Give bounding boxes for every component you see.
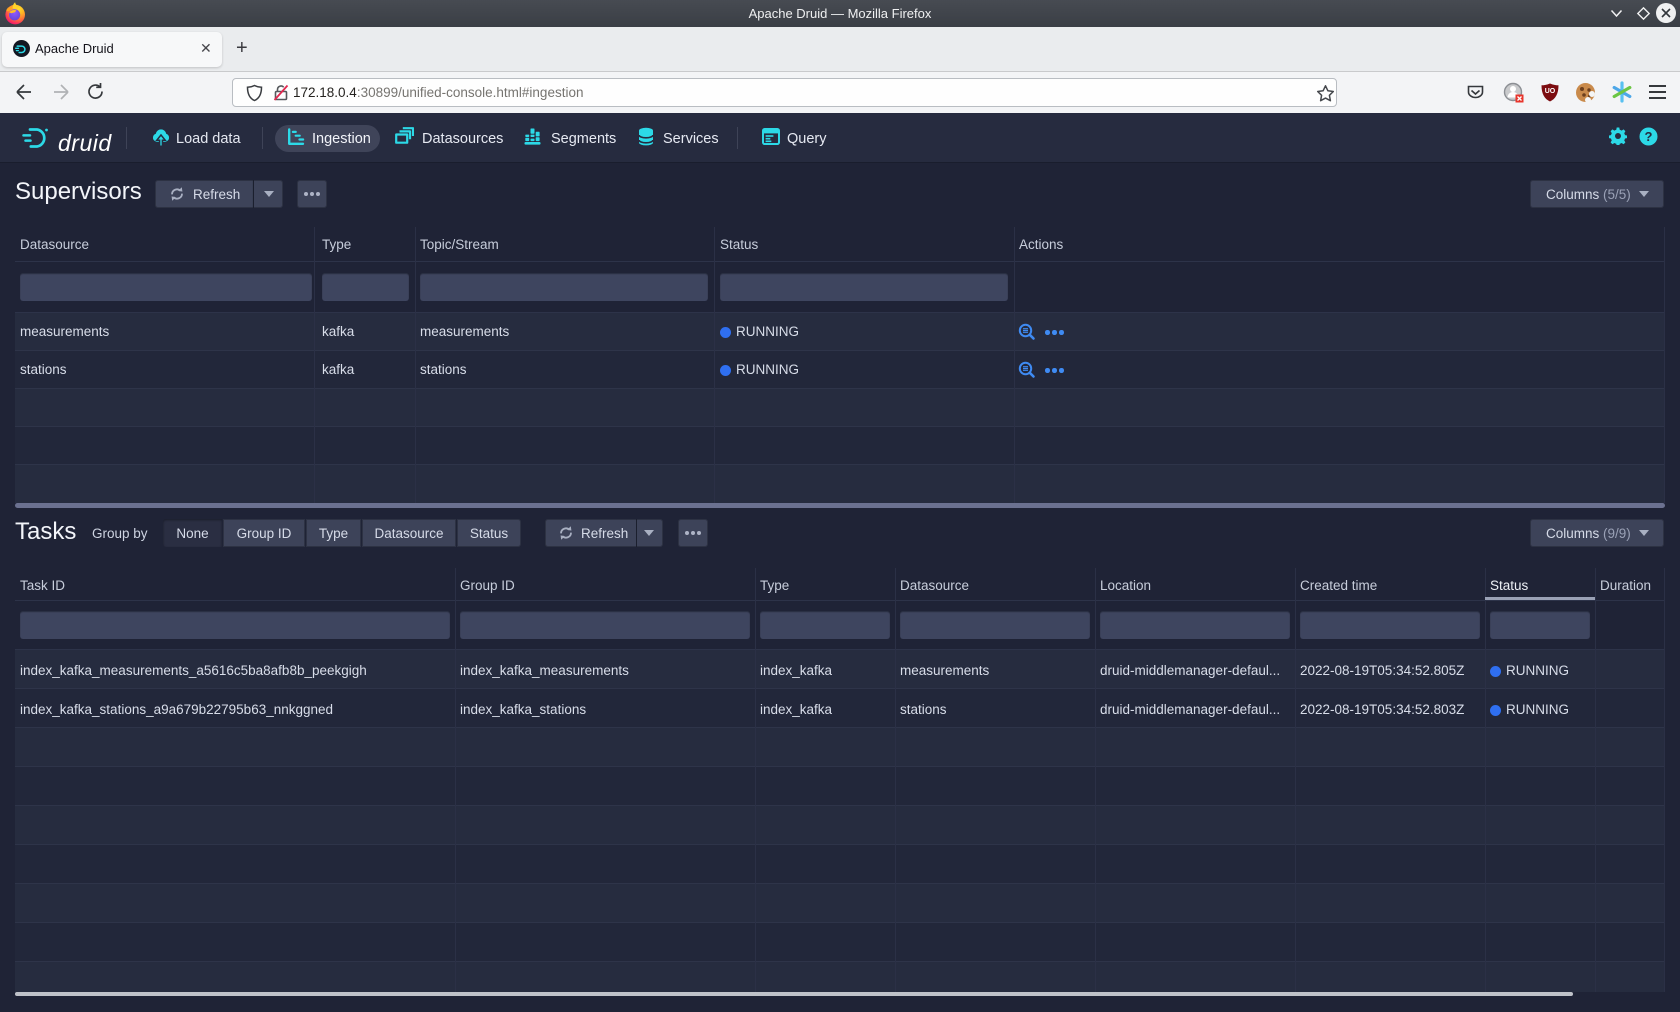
svg-text:?: ? xyxy=(1645,129,1653,144)
svg-text:UO: UO xyxy=(1545,88,1556,95)
